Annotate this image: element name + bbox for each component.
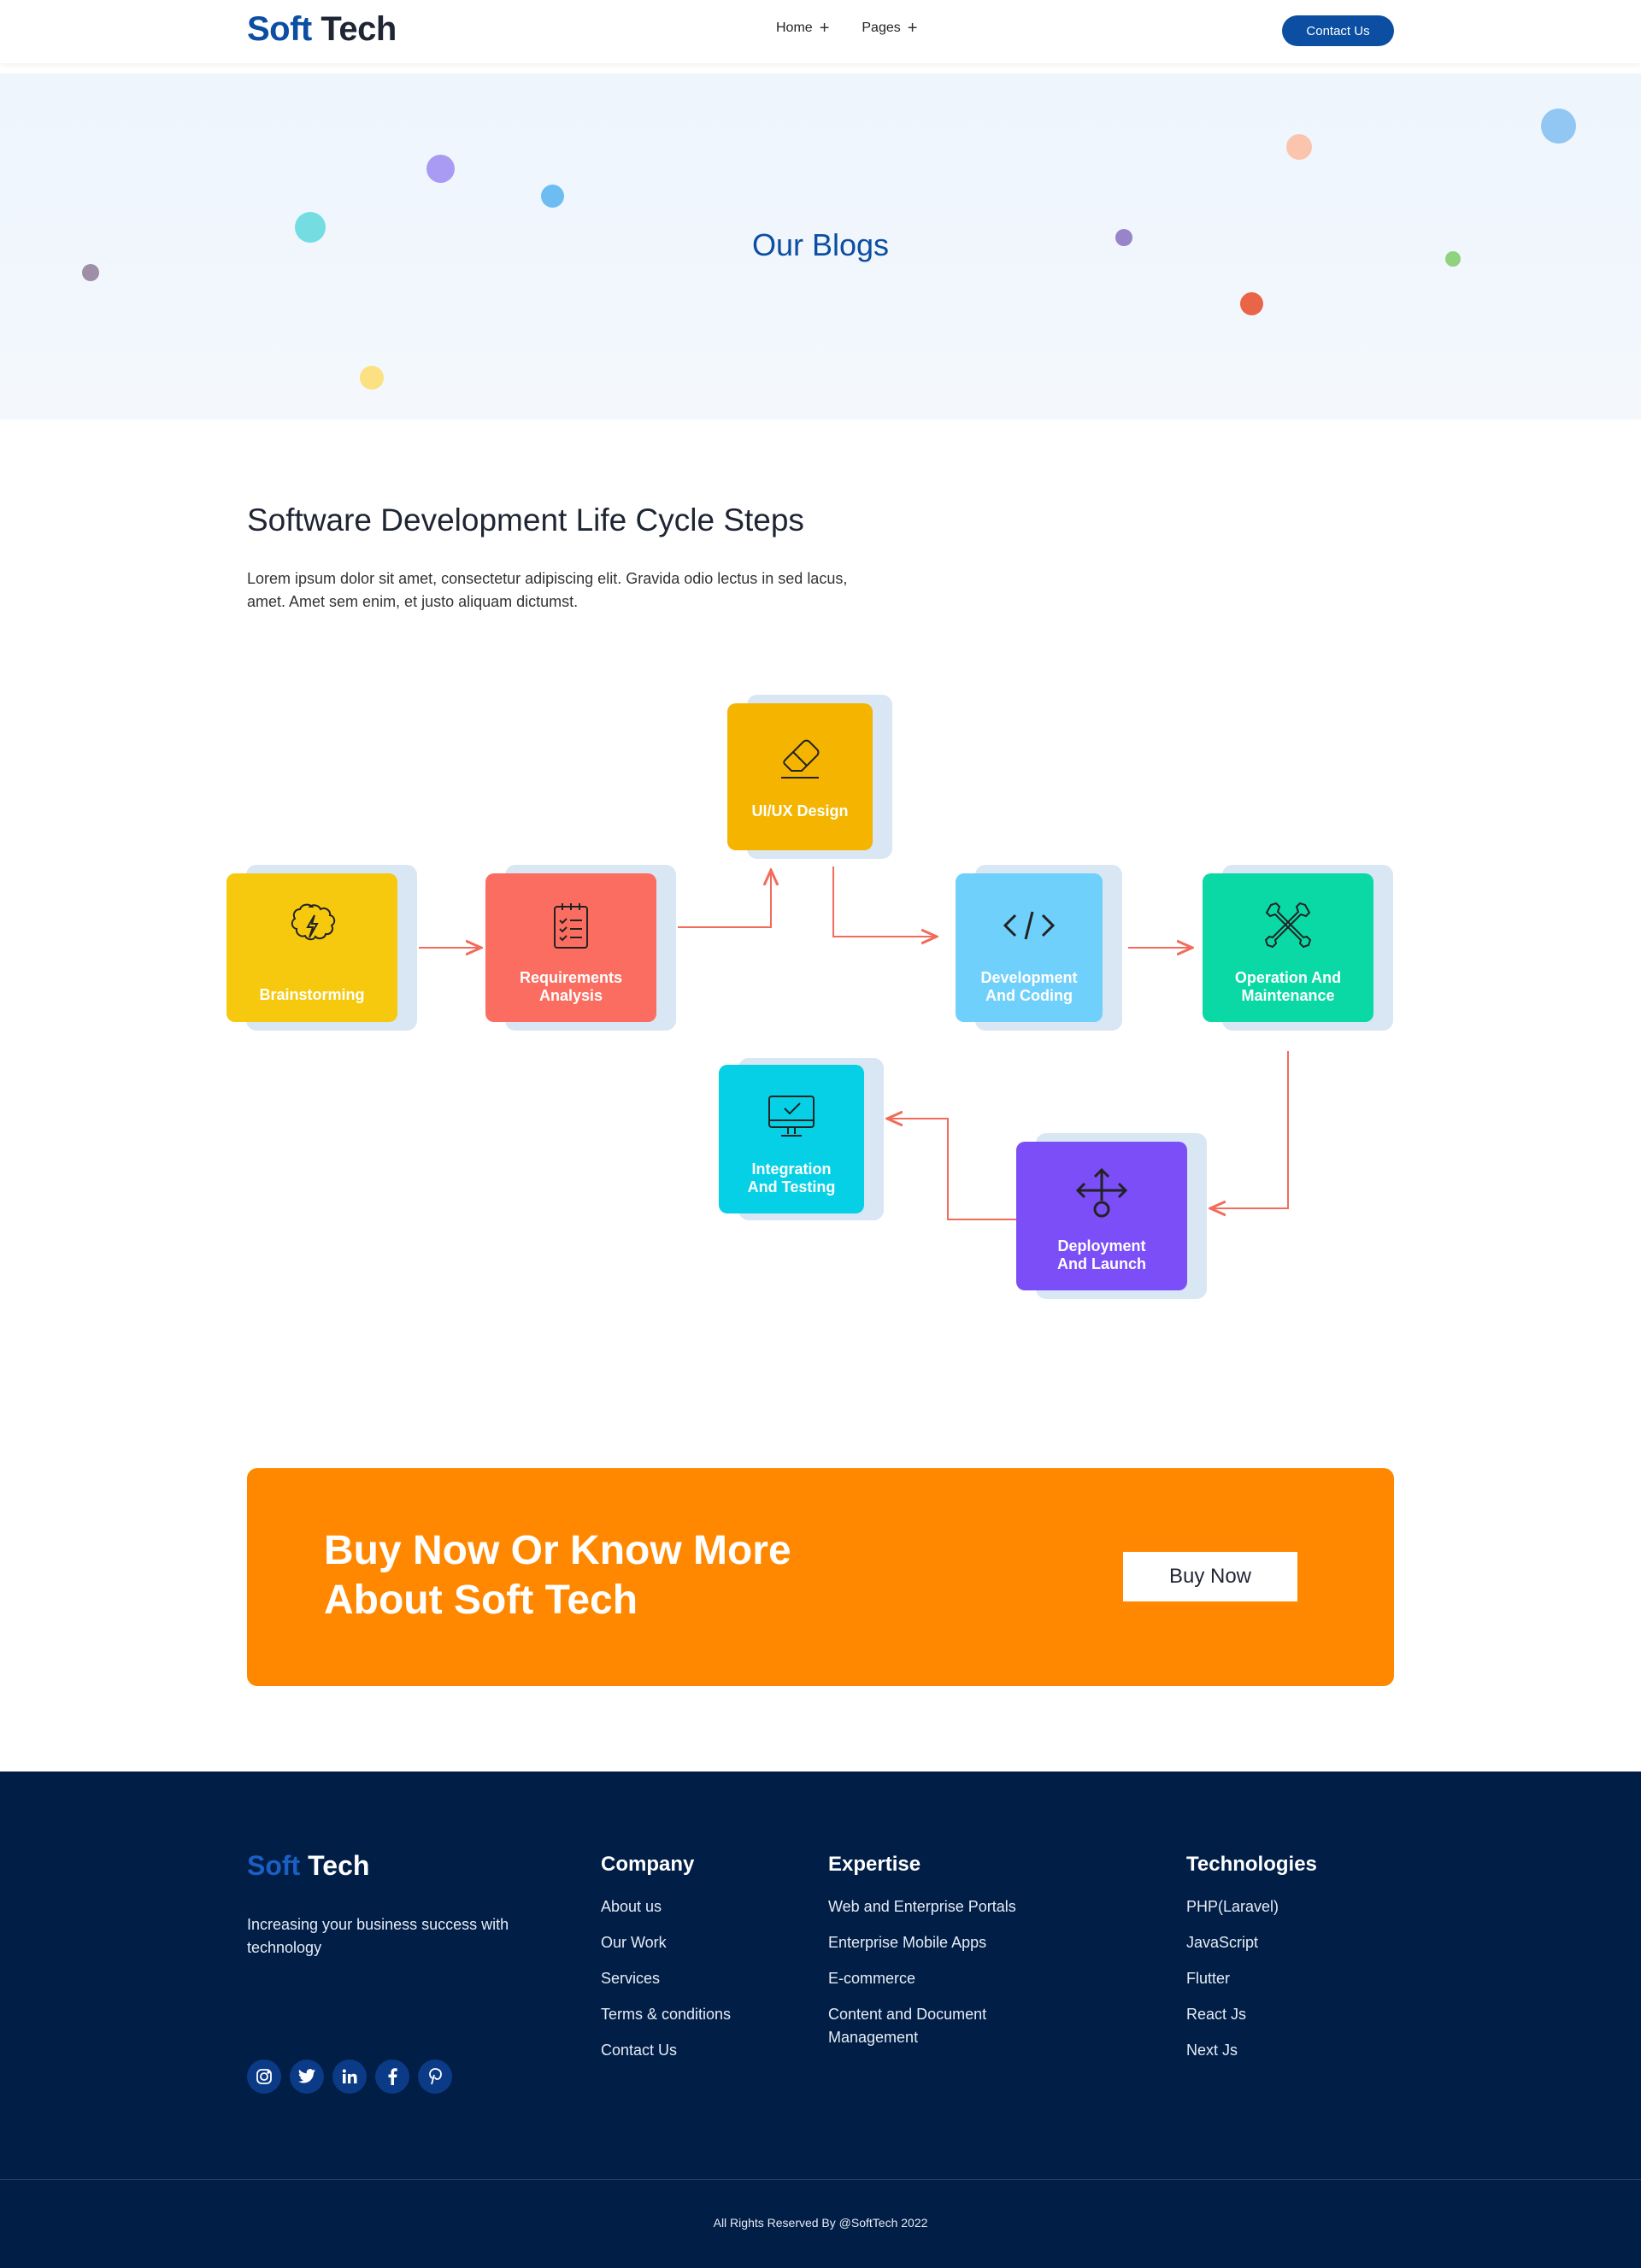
footer-link[interactable]: Contact Us	[601, 2039, 731, 2062]
decor-dot	[1541, 109, 1576, 144]
pinterest-icon[interactable]	[418, 2059, 452, 2094]
decor-dot	[82, 264, 99, 281]
footer-link[interactable]: PHP(Laravel)	[1186, 1895, 1317, 1918]
step-label: UI/UX Design	[751, 802, 849, 820]
twitter-icon[interactable]	[290, 2059, 324, 2094]
step-card-development-coding[interactable]: Development And Coding	[956, 873, 1103, 1022]
decor-dot	[1286, 134, 1312, 160]
cta-title-line1: Buy Now Or Know More	[324, 1528, 791, 1573]
step-label: Deployment And Launch	[1057, 1237, 1146, 1272]
eraser-icon	[770, 726, 830, 785]
social-links	[247, 2059, 452, 2094]
decor-dot	[1240, 292, 1263, 315]
arrow-deployment-to-integration	[889, 1119, 1016, 1220]
step-card-deployment-launch[interactable]: Deployment And Launch	[1016, 1142, 1187, 1290]
footer-technologies-title: Technologies	[1186, 1853, 1317, 1876]
site-footer: Soft Tech Increasing your business succe…	[0, 1772, 1641, 2268]
step-label: Integration And Testing	[747, 1160, 836, 1196]
step-card-operation-maintenance[interactable]: Operation And Maintenance	[1203, 873, 1373, 1022]
monitor-check-icon	[762, 1087, 821, 1147]
copyright-text: All Rights Reserved By @SoftTech 2022	[713, 2216, 928, 2230]
arrow-uiux-to-development	[832, 867, 935, 937]
buy-now-button[interactable]: Buy Now	[1123, 1552, 1297, 1601]
footer-company: Company About us Our Work Services Terms…	[601, 1853, 731, 2075]
footer-link[interactable]: React Js	[1186, 2003, 1317, 2026]
footer-link[interactable]: Our Work	[601, 1931, 731, 1954]
cta-title: Buy Now Or Know More About Soft Tech	[324, 1526, 854, 1625]
footer-link[interactable]: Enterprise Mobile Apps	[828, 1931, 1050, 1954]
decor-dot	[360, 366, 384, 390]
footer-expertise: Expertise Web and Enterprise Portals Ent…	[828, 1853, 1050, 2062]
cta-banner: Buy Now Or Know More About Soft Tech Buy…	[247, 1468, 1394, 1686]
footer-expertise-title: Expertise	[828, 1853, 921, 1876]
footer-link[interactable]: Terms & conditions	[601, 2003, 731, 2026]
step-label: Operation And Maintenance	[1234, 969, 1342, 1004]
nav-home-label: Home	[776, 21, 813, 35]
clipboard-icon	[541, 896, 601, 955]
step-card-brainstorming[interactable]: Brainstorming	[226, 873, 397, 1022]
footer-link[interactable]: Flutter	[1186, 1967, 1317, 1990]
footer-divider	[0, 2179, 1641, 2180]
nav-pages-label: Pages	[862, 21, 901, 35]
logo-part2: Tech	[321, 10, 397, 48]
decor-dot	[426, 155, 455, 183]
footer-logo-part2: Tech	[308, 1850, 370, 1881]
footer-technologies: Technologies PHP(Laravel) JavaScript Flu…	[1186, 1853, 1317, 2075]
logo-part1: Soft	[247, 10, 312, 48]
hero-banner: Our Blogs	[0, 73, 1641, 420]
footer-link[interactable]: Next Js	[1186, 2039, 1317, 2062]
lifecycle-diagram: Brainstorming Requirements Analysis UI/U…	[0, 667, 1641, 1316]
footer-logo[interactable]: Soft Tech	[247, 1850, 369, 1882]
step-label: Brainstorming	[259, 986, 365, 1003]
tools-icon	[1258, 896, 1318, 955]
logo[interactable]: Soft Tech	[247, 10, 397, 49]
arrow-requirements-to-uiux	[678, 872, 771, 928]
cta-title-line2: About Soft Tech	[324, 1578, 638, 1623]
footer-description: Increasing your business success with te…	[247, 1916, 509, 1956]
main-nav: Home + Pages +	[776, 19, 918, 38]
footer-link[interactable]: About us	[601, 1895, 731, 1918]
linkedin-icon[interactable]	[332, 2059, 367, 2094]
footer-link[interactable]: JavaScript	[1186, 1931, 1317, 1954]
footer-logo-part1: Soft	[247, 1850, 301, 1881]
site-header: Soft Tech Home + Pages + Contact Us	[0, 0, 1641, 63]
plus-icon: +	[907, 19, 918, 38]
step-label: Requirements Analysis	[519, 969, 623, 1004]
nav-home[interactable]: Home +	[776, 19, 830, 38]
nav-pages[interactable]: Pages +	[862, 19, 918, 38]
step-card-requirements-analysis[interactable]: Requirements Analysis	[485, 873, 656, 1022]
deploy-arrows-icon	[1072, 1164, 1132, 1224]
footer-link[interactable]: Web and Enterprise Portals	[828, 1895, 1050, 1918]
step-label: Development And Coding	[980, 969, 1078, 1004]
instagram-icon[interactable]	[247, 2059, 281, 2094]
page-title: Our Blogs	[751, 227, 890, 262]
facebook-icon[interactable]	[375, 2059, 409, 2094]
contact-us-button[interactable]: Contact Us	[1282, 15, 1394, 46]
footer-link[interactable]: Services	[601, 1967, 731, 1990]
brain-icon	[282, 896, 342, 955]
decor-dot	[541, 185, 564, 208]
step-card-uiux-design[interactable]: UI/UX Design	[727, 703, 873, 850]
arrow-operation-to-deployment	[1212, 1051, 1289, 1208]
section-title: Software Development Life Cycle Steps	[247, 502, 804, 538]
footer-company-title: Company	[601, 1853, 695, 1876]
step-card-integration-testing[interactable]: Integration And Testing	[719, 1065, 864, 1213]
section-description: Lorem ipsum dolor sit amet, consectetur …	[247, 570, 848, 610]
code-icon	[999, 896, 1059, 955]
footer-link[interactable]: E-commerce	[828, 1967, 1050, 1990]
footer-link[interactable]: Content and Document Management	[828, 2003, 1050, 2049]
plus-icon: +	[819, 19, 830, 38]
